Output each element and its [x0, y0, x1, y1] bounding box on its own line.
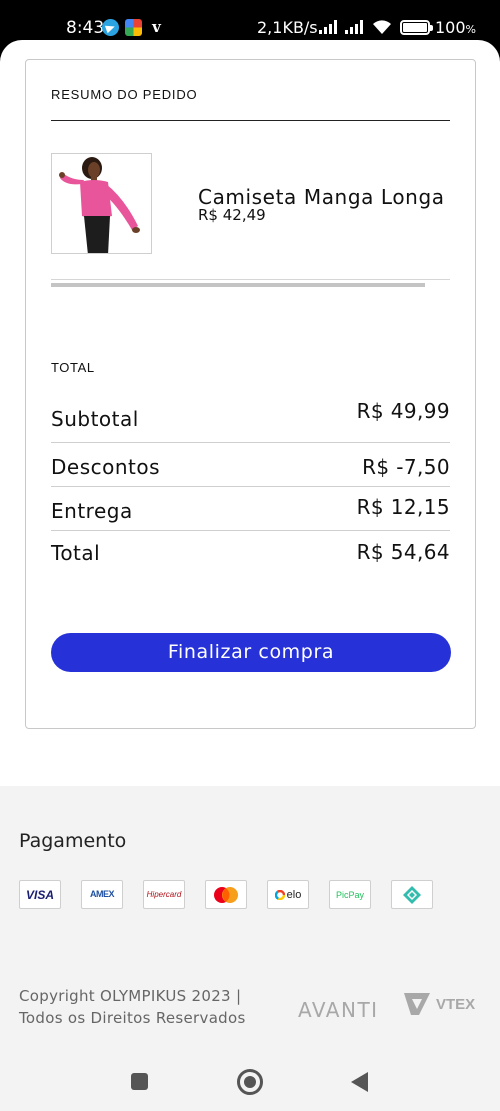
row-label: Total	[51, 541, 101, 565]
avanti-logo[interactable]: AVANTI	[298, 998, 379, 1022]
total-heading: TOTAL	[51, 360, 95, 375]
back-icon[interactable]	[351, 1072, 368, 1092]
navigation-bar	[0, 1054, 500, 1111]
signal-icon	[319, 20, 337, 34]
row-value: R$ 12,15	[356, 495, 450, 519]
payment-methods: VISA AMEX Hipercard elo PicPay	[19, 880, 433, 909]
notification-icons: v	[102, 19, 165, 36]
amex-icon: AMEX	[81, 880, 123, 909]
product-photo-icon	[52, 154, 151, 253]
telegram-icon	[102, 19, 119, 36]
horizontal-scrollbar[interactable]	[51, 283, 425, 287]
checkout-button[interactable]: Finalizar compra	[51, 633, 451, 672]
mastercard-icon	[205, 880, 247, 909]
footer: Pagamento VISA AMEX Hipercard elo PicPay…	[0, 786, 500, 1054]
signal-icon-2	[345, 20, 363, 34]
product-image[interactable]	[51, 153, 152, 254]
row-label: Descontos	[51, 455, 161, 479]
pix-icon	[391, 880, 433, 909]
order-summary-card: RESUMO DO PEDIDO Camiseta Manga Longa R$…	[25, 59, 476, 729]
wifi-icon	[373, 20, 391, 34]
status-time: 8:43	[66, 18, 105, 38]
copyright-text: Copyright OLYMPIKUS 2023 | Todos os Dire…	[19, 987, 246, 1027]
divider	[51, 279, 450, 280]
row-label: Entrega	[51, 499, 133, 523]
total-row: Total R$ 54,64	[51, 531, 450, 575]
shipping-row: Entrega R$ 12,15	[51, 487, 450, 531]
home-icon[interactable]	[237, 1069, 263, 1095]
subtotal-row: Subtotal R$ 49,99	[51, 399, 450, 443]
network-speed: 2,1KB/s	[257, 18, 318, 37]
v-app-icon: v	[152, 18, 161, 36]
vtex-icon	[404, 993, 430, 1015]
pinwheel-app-icon	[125, 19, 142, 36]
battery-icon	[400, 20, 433, 35]
row-value: R$ -7,50	[362, 455, 450, 479]
order-summary-heading: RESUMO DO PEDIDO	[51, 87, 198, 102]
battery-percent: 100%	[435, 18, 476, 37]
row-value: R$ 49,99	[356, 399, 450, 423]
recents-icon[interactable]	[131, 1073, 148, 1090]
payment-heading: Pagamento	[19, 830, 127, 852]
row-label: Subtotal	[51, 407, 139, 431]
picpay-icon: PicPay	[329, 880, 371, 909]
visa-icon: VISA	[19, 880, 61, 909]
discount-row: Descontos R$ -7,50	[51, 443, 450, 487]
divider	[51, 120, 450, 121]
checkout-page: RESUMO DO PEDIDO Camiseta Manga Longa R$…	[0, 40, 500, 786]
vtex-logo[interactable]: VTEX	[402, 991, 475, 1017]
row-value: R$ 54,64	[356, 540, 450, 564]
hipercard-icon: Hipercard	[143, 880, 185, 909]
elo-icon: elo	[267, 880, 309, 909]
product-price: R$ 42,49	[198, 206, 266, 224]
